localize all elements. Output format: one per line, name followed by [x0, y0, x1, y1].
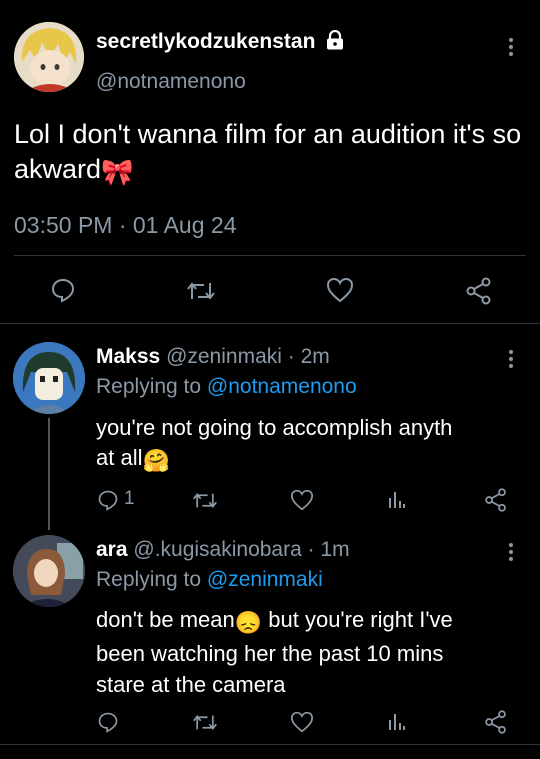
avatar[interactable]	[14, 22, 84, 92]
avatar-illustration	[13, 342, 85, 414]
divider	[14, 255, 526, 256]
reply-header: ara @.kugisakinobara · 1m	[96, 538, 350, 562]
reply-text: don't be mean😞 but you're right I've bee…	[96, 604, 536, 700]
retweet-icon[interactable]	[186, 279, 216, 303]
avatar-illustration	[14, 22, 84, 92]
reply-text-line: been watching her the past 10 mins	[96, 641, 444, 666]
more-options-icon[interactable]	[509, 38, 513, 59]
display-name[interactable]: ara	[96, 538, 128, 561]
reply-text-fragment: at all	[96, 445, 143, 470]
reply-time: · 1m	[307, 538, 350, 561]
display-name[interactable]: Makss	[96, 345, 160, 368]
analytics-icon[interactable]	[388, 712, 406, 732]
reply-icon[interactable]	[50, 277, 76, 303]
replying-to-prefix: Replying to	[96, 375, 202, 398]
reply-icon[interactable]	[97, 711, 119, 733]
avatar-illustration	[13, 535, 85, 607]
like-icon[interactable]	[290, 711, 314, 733]
reply-icon[interactable]	[97, 489, 119, 511]
reply-text-line: you're not going to accomplish anyth	[96, 415, 453, 440]
reply-count: 1	[124, 488, 135, 509]
replying-to-link[interactable]: @zeninmaki	[207, 568, 323, 591]
avatar[interactable]	[13, 535, 85, 607]
reply-text-line: don't be mean😞 but you're right I've	[96, 604, 536, 638]
share-icon[interactable]	[484, 710, 508, 734]
divider	[0, 323, 540, 324]
avatar[interactable]	[13, 342, 85, 414]
handle[interactable]: @zeninmaki	[166, 345, 282, 368]
display-name-text[interactable]: secretlykodzukenstan	[96, 30, 315, 53]
reply-text: you're not going to accomplish anyth at …	[96, 413, 536, 476]
handle[interactable]: @notnamenono	[96, 70, 246, 94]
reply-text-fragment: but you're right I've	[262, 607, 453, 632]
share-icon[interactable]	[484, 488, 508, 512]
reply-time: · 2m	[287, 345, 330, 368]
tweet-text-content: Lol I don't wanna film for an audition i…	[14, 119, 522, 184]
share-icon[interactable]	[465, 277, 493, 305]
retweet-icon[interactable]	[192, 712, 218, 733]
divider	[0, 744, 540, 745]
analytics-icon[interactable]	[388, 490, 406, 510]
more-options-icon[interactable]	[509, 350, 513, 371]
display-name[interactable]: secretlykodzukenstan	[96, 30, 345, 54]
ribbon-emoji: 🎀	[101, 157, 134, 187]
reply-header: Makss @zeninmaki · 2m	[96, 345, 330, 369]
handle[interactable]: @.kugisakinobara	[133, 538, 301, 561]
tweet-text: Lol I don't wanna film for an audition i…	[14, 117, 534, 190]
replying-to: Replying to @zeninmaki	[96, 568, 323, 592]
reply-text-line: at all🤗	[96, 443, 536, 476]
replying-to-prefix: Replying to	[96, 568, 202, 591]
lock-icon	[325, 30, 345, 50]
disappointed-emoji: 😞	[234, 610, 263, 635]
reply-text-fragment: don't be mean	[96, 607, 235, 632]
like-icon[interactable]	[290, 489, 314, 511]
retweet-icon[interactable]	[192, 490, 218, 511]
more-options-icon[interactable]	[509, 543, 513, 564]
reply-text-line: stare at the camera	[96, 672, 286, 697]
like-icon[interactable]	[326, 277, 354, 303]
thread-line	[48, 418, 50, 530]
timestamp: 03:50 PM · 01 Aug 24	[14, 212, 237, 238]
replying-to: Replying to @notnamenono	[96, 375, 357, 399]
hugging-emoji: 🤗	[142, 448, 170, 473]
replying-to-link[interactable]: @notnamenono	[207, 375, 357, 398]
